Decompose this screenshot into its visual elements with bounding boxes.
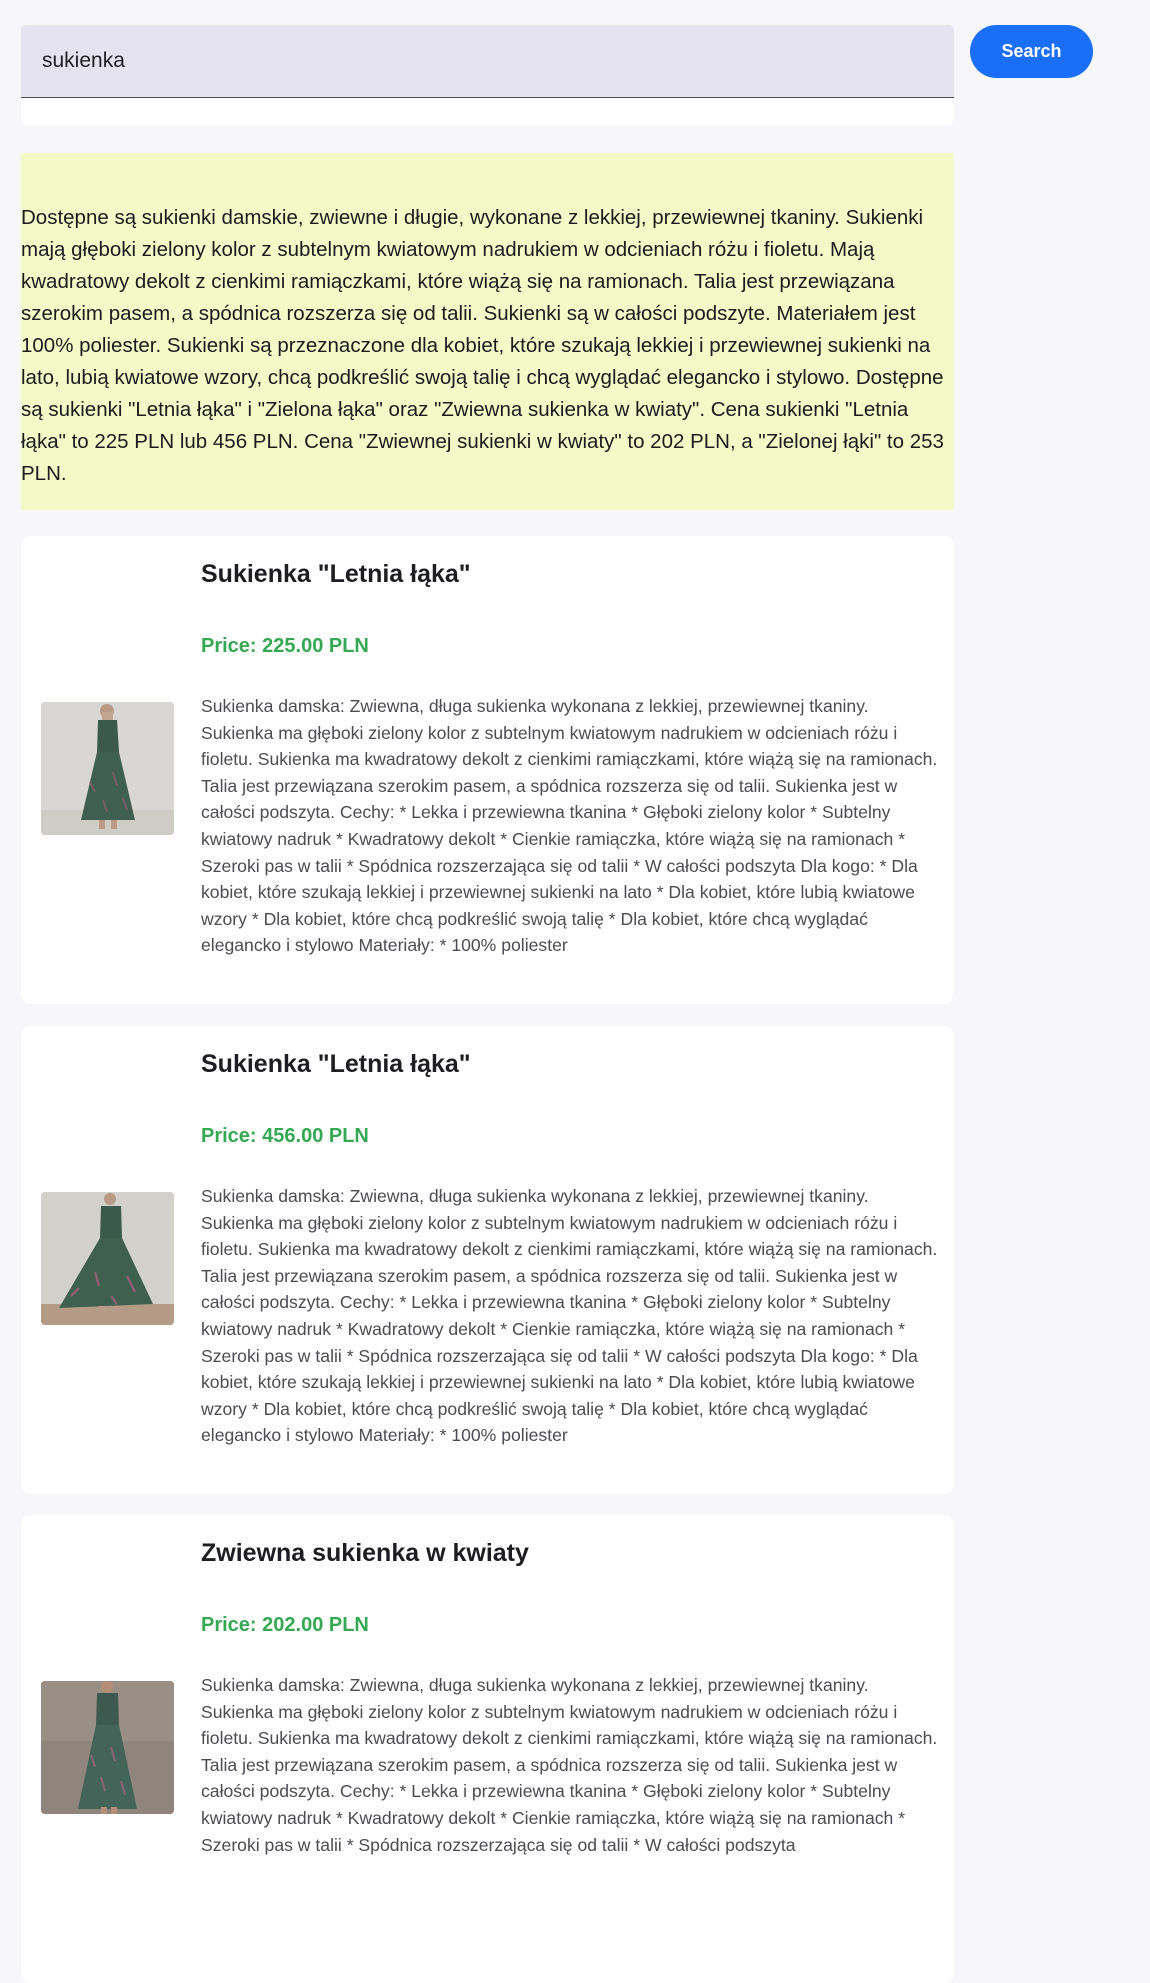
dress-photo xyxy=(41,1681,174,1814)
product-card[interactable]: Sukienka "Letnia łąka" Price: 456.00 PLN… xyxy=(21,1026,954,1494)
search-field[interactable] xyxy=(21,25,954,98)
product-image[interactable] xyxy=(41,1192,174,1325)
product-description: Sukienka damska: Zwiewna, długa sukienka… xyxy=(201,1186,938,1446)
product-card[interactable]: Zwiewna sukienka w kwiaty Price: 202.00 … xyxy=(21,1515,954,1983)
product-price: Price: 202.00 PLN xyxy=(201,1614,369,1636)
product-price: Price: 456.00 PLN xyxy=(201,1125,369,1147)
search-button[interactable]: Search xyxy=(970,25,1093,78)
search-bar: Search xyxy=(21,25,1093,125)
product-image[interactable] xyxy=(41,1681,174,1814)
dress-photo xyxy=(41,702,174,835)
product-description: Sukienka damska: Zwiewna, długa sukienka… xyxy=(201,696,938,956)
search-card xyxy=(21,25,954,125)
product-description: Sukienka damska: Zwiewna, długa sukienka… xyxy=(201,1675,938,1855)
product-price: Price: 225.00 PLN xyxy=(201,635,369,657)
dress-photo xyxy=(41,1192,174,1325)
search-input[interactable] xyxy=(42,25,932,97)
product-image[interactable] xyxy=(41,702,174,835)
product-title[interactable]: Sukienka "Letnia łąka" xyxy=(201,560,471,589)
summary-text: Dostępne są sukienki damskie, zwiewne i … xyxy=(21,206,944,485)
search-summary: Dostępne są sukienki damskie, zwiewne i … xyxy=(21,153,954,510)
product-card[interactable]: Sukienka "Letnia łąka" Price: 225.00 PLN… xyxy=(21,536,954,1004)
product-title[interactable]: Sukienka "Letnia łąka" xyxy=(201,1050,471,1079)
product-title[interactable]: Zwiewna sukienka w kwiaty xyxy=(201,1539,529,1568)
